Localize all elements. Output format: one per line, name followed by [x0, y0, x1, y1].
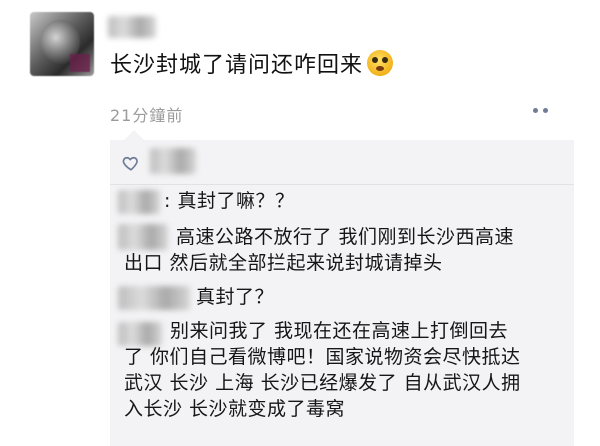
heart-outline-icon: [122, 156, 138, 171]
comment-line: 高速公路不放行了 我们刚到长沙西高速: [176, 226, 515, 248]
more-options-icon[interactable]: [533, 108, 548, 113]
comment-body: 真封了？: [196, 286, 275, 308]
blurred-commenter-name[interactable]: [118, 286, 190, 310]
likes-row: [110, 140, 574, 184]
comment-colon: :: [164, 190, 178, 212]
more-options-dot: [533, 108, 538, 113]
comment-body: 真封了嘛？？: [177, 190, 295, 212]
blurred-liker-names[interactable]: [150, 148, 196, 174]
comment-line: 别来问我了 我现在还在高速上打倒回去: [170, 320, 509, 342]
comment-text: 高速公路不放行了 我们刚到长沙西高速 出口 然后就全部拦起来说封城请掉头: [124, 224, 514, 276]
comment-box: : 真封了嘛？？ 高速公路不放行了 我们刚到长沙西高速 出口 然后就全部拦起来说…: [110, 130, 574, 446]
comment-line: 了 你们自己看微博吧！国家说物资会尽快抵达: [124, 346, 521, 368]
post-time: 21分鐘前: [110, 106, 184, 125]
comment-line: 武汉 长沙 上海 长沙已经爆发了 自从武汉人拥: [124, 372, 521, 394]
comment-text: 真封了？: [196, 284, 274, 310]
comment-line: 出口 然后就全部拦起来说封城请掉头: [124, 252, 443, 274]
more-options-dot: [543, 108, 548, 113]
dizzy-face-emoji-icon: [367, 50, 394, 76]
comment-text: : 真封了嘛？？: [164, 188, 294, 214]
moments-post: 长沙封城了请问还咋回来 21分鐘前 : 真封了嘛？？ 高速公路不放行了 我们刚到…: [0, 0, 600, 446]
comment-line: 入长沙 长沙就变成了毒窝: [124, 398, 346, 420]
post-text: 长沙封城了请问还咋回来: [110, 50, 394, 81]
likes-divider: [110, 184, 574, 185]
blurred-commenter-name[interactable]: [118, 190, 160, 214]
comment-text: 别来问我了 我现在还在高速上打倒回去 了 你们自己看微博吧！国家说物资会尽快抵达…: [124, 318, 521, 422]
post-text-content: 长沙封城了请问还咋回来: [110, 53, 364, 78]
blurred-username[interactable]: [108, 16, 156, 38]
avatar[interactable]: [30, 12, 94, 76]
